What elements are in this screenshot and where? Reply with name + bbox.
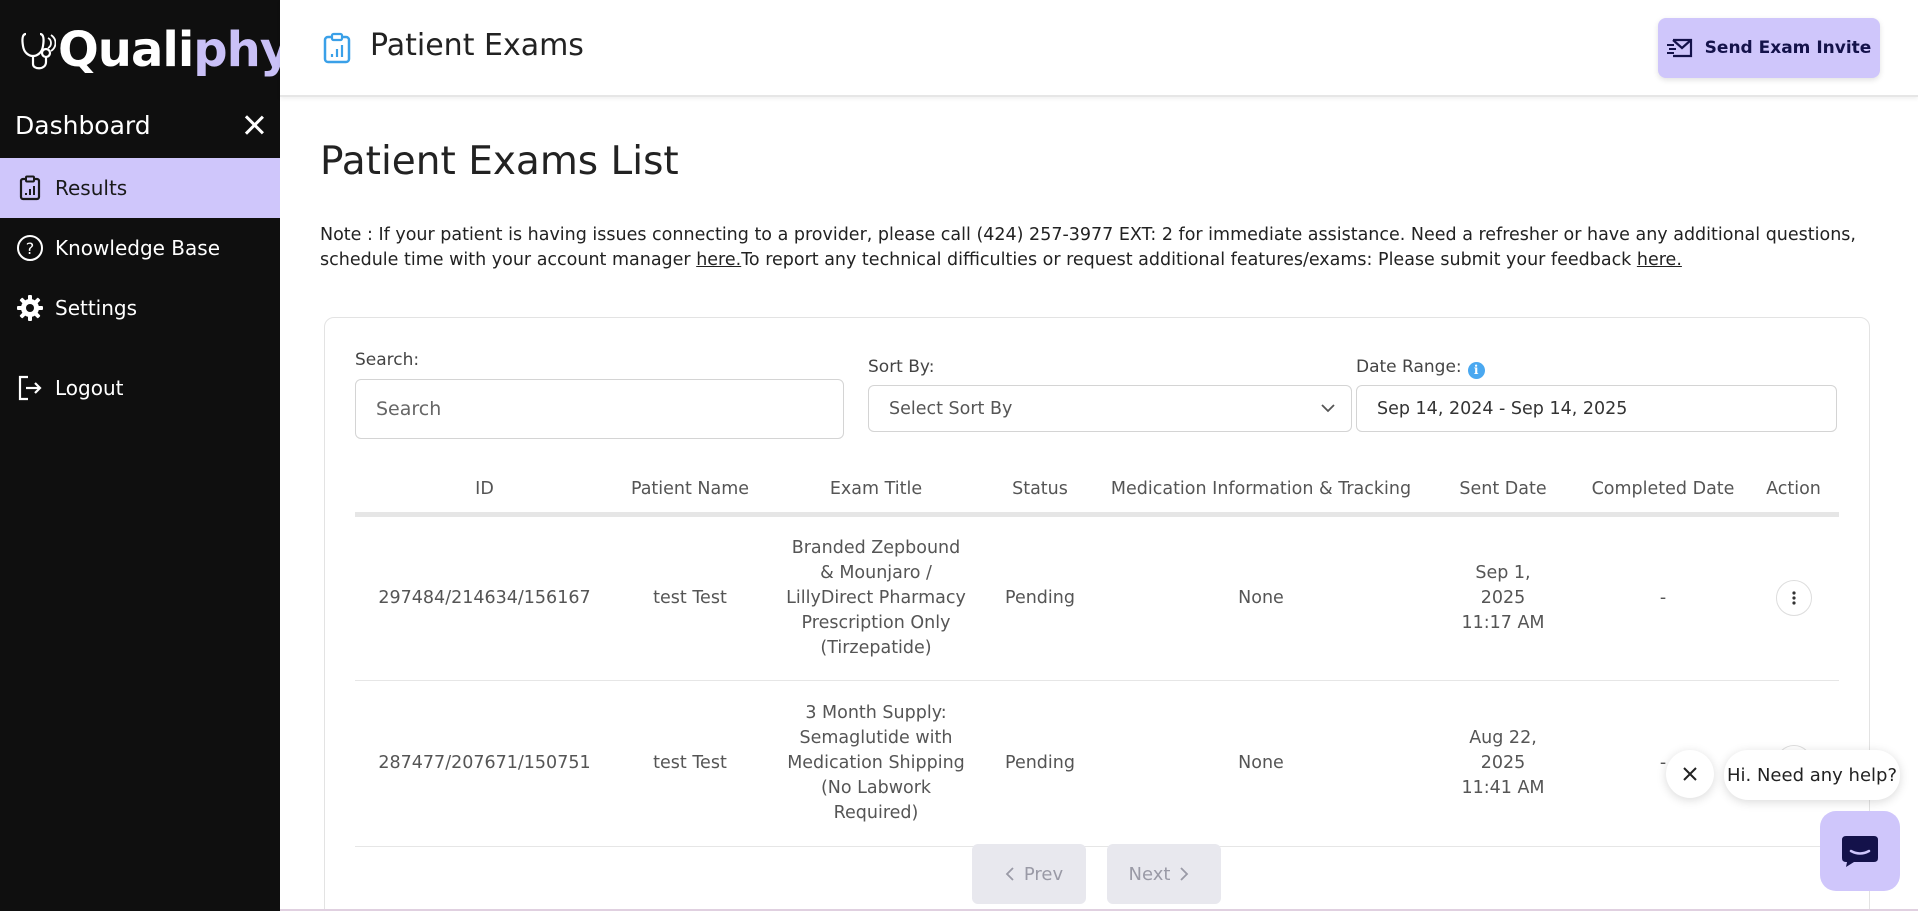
logo-text: Qualiphy [58,22,291,78]
stethoscope-icon [21,32,56,70]
question-circle-icon: ? [15,233,45,263]
sidebar-item-results[interactable]: Results [0,158,280,218]
chevron-down-icon [1321,404,1335,413]
date-range-label-text: Date Range: [1356,357,1462,377]
clipboard-icon [15,173,45,203]
search-label: Search: [355,350,420,370]
top-header: Patient Exams Send Exam Invite [280,0,1918,97]
cell-status: Pending [986,514,1094,681]
table-row: 287477/207671/150751 test Test 3 Month S… [355,680,1839,847]
sort-by-select[interactable]: Select Sort By [868,385,1352,432]
search-input[interactable] [355,379,844,439]
cell-medication: None [1094,680,1428,847]
column-header-id[interactable]: ID [355,466,614,517]
exams-card: Search: Sort By: Select Sort By Date Ran… [324,317,1870,911]
column-header-action: Action [1748,466,1839,517]
chat-launcher-button[interactable] [1820,811,1900,891]
clipboard-icon [323,32,351,64]
cell-completed-date: - [1578,680,1748,847]
close-icon [1683,767,1697,781]
cell-action [1748,514,1839,681]
cell-completed-date: - [1578,514,1748,681]
gear-icon [15,293,45,323]
next-page-button[interactable]: Next [1107,844,1221,904]
column-header-patient-name[interactable]: Patient Name [614,466,766,517]
exams-table: ID Patient Name Exam Title Status Medica… [355,466,1839,847]
column-header-completed-date[interactable]: Completed Date [1578,466,1748,517]
table-row: 297484/214634/156167 test Test Branded Z… [355,514,1839,681]
cell-id: 297484/214634/156167 [355,514,614,681]
sidebar-header: Dashboard [15,108,265,142]
column-header-exam-title[interactable]: Exam Title [766,466,986,517]
page-header-title: Patient Exams [370,28,584,63]
note-text-part: To report any technical difficulties or … [741,250,1637,270]
cell-sent-date: Sep 1, 2025 11:17 AM [1428,514,1578,681]
send-exam-invite-button[interactable]: Send Exam Invite [1658,18,1880,78]
chevron-left-icon [1005,867,1014,881]
cell-patient-name: test Test [614,680,766,847]
sidebar-item-label: Results [55,176,128,200]
date-range-label: Date Range: i [1356,357,1485,379]
sort-by-label: Sort By: [868,357,935,377]
chat-greeting-bubble[interactable]: Hi. Need any help? [1724,750,1900,800]
send-mail-icon [1666,38,1692,58]
sidebar: Qualiphy Dashboard Results ? Knowledge B… [0,0,291,911]
sort-by-value: Select Sort By [889,398,1013,419]
row-actions-button[interactable] [1775,580,1812,616]
column-header-sent-date[interactable]: Sent Date [1428,466,1578,517]
account-manager-link[interactable]: here. [696,250,741,270]
logout-icon [15,373,45,403]
cell-patient-name: test Test [614,514,766,681]
cell-id: 287477/207671/150751 [355,680,614,847]
sidebar-title: Dashboard [15,110,151,140]
sidebar-item-label: Settings [55,296,138,320]
table-header-row: ID Patient Name Exam Title Status Medica… [355,466,1839,517]
chevron-right-icon [1180,867,1189,881]
close-sidebar-icon[interactable] [243,114,265,136]
date-range-picker[interactable]: Sep 14, 2024 - Sep 14, 2025 [1356,385,1837,432]
chat-bubble-icon [1842,836,1878,867]
svg-text:?: ? [26,239,35,258]
sidebar-item-logout[interactable]: Logout [0,358,280,418]
page-title: Patient Exams List [320,139,679,184]
cell-exam-title: Branded Zepbound & Mounjaro / LillyDirec… [766,514,986,681]
feedback-link[interactable]: here. [1637,250,1682,270]
more-vertical-icon [1791,591,1796,605]
prev-page-button[interactable]: Prev [972,844,1086,904]
date-range-value: Sep 14, 2024 - Sep 14, 2025 [1377,398,1628,419]
cell-medication: None [1094,514,1428,681]
sidebar-item-label: Knowledge Base [55,236,220,260]
sidebar-item-knowledge-base[interactable]: ? Knowledge Base [0,218,280,278]
chat-dismiss-button[interactable] [1666,750,1714,798]
column-header-medication[interactable]: Medication Information & Tracking [1094,466,1428,517]
send-exam-invite-label: Send Exam Invite [1704,38,1872,58]
next-label: Next [1128,863,1171,885]
qualiphy-logo[interactable]: Qualiphy [20,20,291,80]
cell-exam-title: 3 Month Supply: Semaglutide with Medicat… [766,680,986,847]
sidebar-item-settings[interactable]: Settings [0,278,280,338]
cell-status: Pending [986,680,1094,847]
sidebar-item-label: Logout [55,376,124,400]
info-icon[interactable]: i [1467,362,1485,379]
note-text: Note : If your patient is having issues … [320,223,1880,273]
column-header-status[interactable]: Status [986,466,1094,517]
cell-sent-date: Aug 22, 2025 11:41 AM [1428,680,1578,847]
prev-label: Prev [1023,863,1064,885]
